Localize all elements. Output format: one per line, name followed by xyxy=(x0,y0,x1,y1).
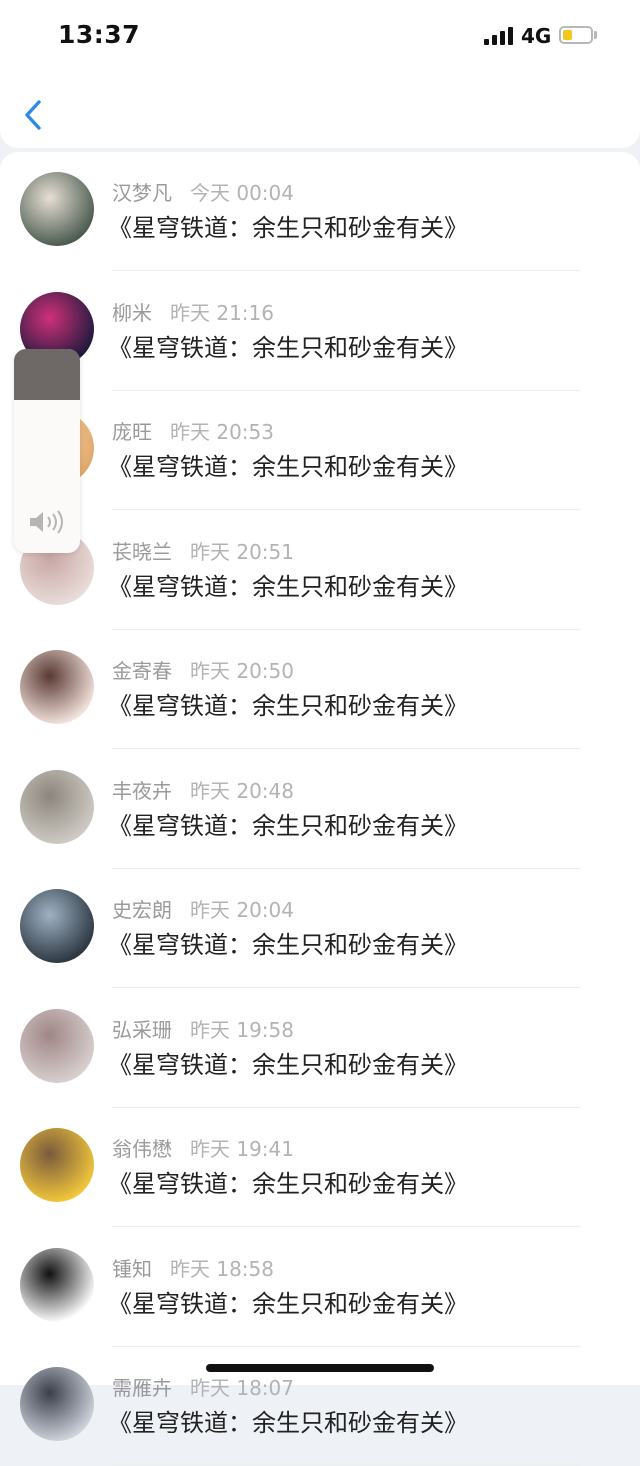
avatar[interactable] xyxy=(20,1367,94,1441)
status-time: 13:37 xyxy=(58,20,141,49)
sender-name: 弘采珊 xyxy=(112,1017,172,1042)
row-meta: 苌晓兰 昨天 20:51 xyxy=(112,536,294,565)
message-row[interactable]: 苌晓兰 昨天 20:51 《星穹铁道：余生只和砂金有关》 xyxy=(0,511,640,630)
sender-name: 锺知 xyxy=(112,1256,152,1281)
message-text: 《星穹铁道：余生只和砂金有关》 xyxy=(108,931,468,959)
message-row[interactable]: 翁伟懋 昨天 19:41 《星穹铁道：余生只和砂金有关》 xyxy=(0,1108,640,1227)
row-meta: 金寄春 昨天 20:50 xyxy=(112,655,294,684)
message-text: 《星穹铁道：余生只和砂金有关》 xyxy=(108,333,468,362)
message-time: 今天 00:04 xyxy=(190,181,294,205)
avatar[interactable] xyxy=(20,1008,94,1083)
message-text: 《星穹铁道：余生只和砂金有关》 xyxy=(108,1289,468,1318)
row-meta: 需雁卉 昨天 18:07 xyxy=(112,1372,294,1401)
message-text: 《星穹铁道：余生只和砂金有关》 xyxy=(108,1050,468,1079)
message-time: 昨天 18:07 xyxy=(190,1376,294,1400)
message-time: 昨天 21:16 xyxy=(170,300,274,325)
sender-name: 汉梦凡 xyxy=(112,181,172,205)
avatar[interactable] xyxy=(20,769,94,844)
volume-hud xyxy=(14,349,80,553)
message-row[interactable]: 柳米 昨天 21:16 《星穹铁道：余生只和砂金有关》 xyxy=(0,272,640,391)
sender-name: 史宏朗 xyxy=(112,898,172,922)
message-row[interactable]: 弘采珊 昨天 19:58 《星穹铁道：余生只和砂金有关》 xyxy=(0,989,640,1108)
back-button[interactable] xyxy=(18,94,54,134)
sender-name: 需雁卉 xyxy=(112,1376,172,1400)
sender-name: 丰夜卉 xyxy=(112,778,172,803)
message-text: 《星穹铁道：余生只和砂金有关》 xyxy=(108,1170,468,1198)
sender-name: 柳米 xyxy=(112,300,152,325)
battery-icon xyxy=(559,26,593,44)
speaker-icon xyxy=(30,510,63,534)
message-row[interactable]: 汉梦凡 今天 00:04 《星穹铁道：余生只和砂金有关》 xyxy=(0,152,640,271)
row-meta: 弘采珊 昨天 19:58 xyxy=(112,1014,294,1043)
message-time: 昨天 20:48 xyxy=(190,778,294,803)
row-meta: 翁伟懋 昨天 19:41 xyxy=(112,1133,294,1162)
row-meta: 庞旺 昨天 20:53 xyxy=(112,416,274,445)
avatar[interactable] xyxy=(20,1128,94,1202)
message-time: 昨天 19:41 xyxy=(190,1137,294,1161)
row-meta: 锺知 昨天 18:58 xyxy=(112,1253,274,1282)
message-time: 昨天 20:04 xyxy=(190,898,294,922)
message-text: 《星穹铁道：余生只和砂金有关》 xyxy=(108,1409,468,1437)
message-text: 《星穹铁道：余生只和砂金有关》 xyxy=(108,811,468,840)
sender-name: 翁伟懋 xyxy=(112,1137,172,1161)
nav-bar xyxy=(0,70,640,148)
message-row[interactable]: 锺知 昨天 18:58 《星穹铁道：余生只和砂金有关》 xyxy=(0,1228,640,1347)
message-row[interactable]: 史宏朗 昨天 20:04 《星穹铁道：余生只和砂金有关》 xyxy=(0,869,640,988)
message-row[interactable]: 金寄春 昨天 20:50 《星穹铁道：余生只和砂金有关》 xyxy=(0,630,640,749)
sender-name: 庞旺 xyxy=(112,420,152,444)
row-meta: 柳米 昨天 21:16 xyxy=(112,297,274,326)
avatar[interactable] xyxy=(20,650,94,724)
message-row[interactable]: 丰夜卉 昨天 20:48 《星穹铁道：余生只和砂金有关》 xyxy=(0,750,640,869)
status-bar: 13:37 4G xyxy=(0,0,640,70)
message-text: 《星穹铁道：余生只和砂金有关》 xyxy=(108,453,468,481)
message-time: 昨天 20:50 xyxy=(190,659,294,683)
message-text: 《星穹铁道：余生只和砂金有关》 xyxy=(108,572,468,601)
home-indicator[interactable] xyxy=(206,1364,434,1372)
message-time: 昨天 18:58 xyxy=(170,1256,274,1281)
row-meta: 史宏朗 昨天 20:04 xyxy=(112,894,294,923)
message-text: 《星穹铁道：余生只和砂金有关》 xyxy=(108,692,468,720)
message-text: 《星穹铁道：余生只和砂金有关》 xyxy=(108,214,468,242)
avatar[interactable] xyxy=(20,1247,94,1322)
chevron-left-icon xyxy=(25,100,41,130)
message-time: 昨天 20:51 xyxy=(190,539,294,564)
avatar[interactable] xyxy=(20,889,94,963)
battery-tip xyxy=(594,31,597,39)
sender-name: 金寄春 xyxy=(112,659,172,683)
message-time: 昨天 19:58 xyxy=(190,1017,294,1042)
message-list[interactable]: 汉梦凡 今天 00:04 《星穹铁道：余生只和砂金有关》 柳米 昨天 21:16 《星穹铁… xyxy=(0,152,640,1466)
volume-level-fill xyxy=(14,349,80,400)
sender-name: 苌晓兰 xyxy=(112,539,172,564)
avatar[interactable] xyxy=(20,172,94,246)
row-meta: 丰夜卉 昨天 20:48 xyxy=(112,775,294,804)
network-type: 4G xyxy=(521,24,552,48)
row-meta: 汉梦凡 今天 00:04 xyxy=(112,177,294,206)
message-time: 昨天 20:53 xyxy=(170,420,274,444)
message-row[interactable]: 庞旺 昨天 20:53 《星穹铁道：余生只和砂金有关》 xyxy=(0,391,640,510)
cellular-signal-icon xyxy=(484,27,514,45)
